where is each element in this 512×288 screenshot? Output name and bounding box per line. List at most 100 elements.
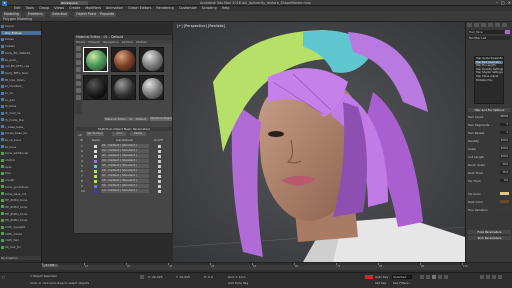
layer-visibility-icon[interactable] bbox=[1, 145, 4, 149]
layer-visibility-icon[interactable] bbox=[1, 98, 4, 102]
scene-item[interactable]: c_base_base_ bbox=[1, 125, 41, 129]
scene-item[interactable]: bone_base_rot bbox=[1, 192, 41, 196]
frizz-rollout[interactable]: Frizz Parameters bbox=[468, 230, 511, 234]
layer-visibility-icon[interactable] bbox=[1, 185, 4, 189]
z-coordinate[interactable]: Z: 0.0 bbox=[204, 275, 213, 279]
scene-item[interactable]: bb_hair_fix bbox=[1, 245, 41, 249]
layer-visibility-icon[interactable] bbox=[1, 225, 4, 229]
sub-material-button[interactable]: 07 - Default ( Standard ) bbox=[101, 174, 149, 178]
scene-item[interactable]: Bt_Lips_Open bbox=[1, 78, 41, 82]
y-coordinate[interactable]: Y: 10.425 bbox=[176, 275, 190, 279]
scene-item[interactable]: HP_ZCRO_bone bbox=[1, 218, 41, 222]
display-tab-icon[interactable] bbox=[495, 23, 500, 27]
tool-icon[interactable] bbox=[75, 74, 81, 79]
sub-material-on-checkbox[interactable] bbox=[158, 149, 161, 153]
zoom-icon[interactable] bbox=[480, 275, 484, 279]
add-time-tag[interactable]: Add Time Tag bbox=[228, 281, 248, 285]
sub-material-color-swatch[interactable] bbox=[94, 184, 97, 188]
ribbon-tab-selection[interactable]: Selection bbox=[50, 12, 70, 17]
ribbon-tab-freeform[interactable]: Freeform bbox=[26, 12, 45, 17]
layer-visibility-icon[interactable] bbox=[1, 64, 4, 68]
sub-material-color-swatch[interactable] bbox=[94, 164, 97, 168]
sub-material-button[interactable]: 03 - Default ( Standard ) bbox=[101, 154, 149, 158]
layer-visibility-icon[interactable] bbox=[1, 165, 4, 169]
key-filters-button[interactable]: Key Filters... bbox=[393, 281, 411, 285]
modify-tab-icon[interactable] bbox=[474, 23, 479, 27]
scene-item[interactable]: Lc_bas bbox=[1, 98, 41, 102]
scene-item[interactable]: ind_B0_0FFs_cas bbox=[1, 64, 41, 68]
maxscript-listener[interactable]: ▢ bbox=[2, 275, 5, 279]
maximize-icon[interactable]: □ bbox=[501, 0, 505, 5]
hair-param-spinner[interactable]: 100.0 bbox=[500, 139, 509, 143]
modifier-stack-item[interactable]: Editable Poly bbox=[475, 79, 503, 83]
layer-visibility-icon[interactable] bbox=[1, 37, 4, 41]
next-frame-icon[interactable] bbox=[438, 275, 442, 279]
sub-material-on-checkbox[interactable] bbox=[158, 174, 161, 178]
layer-visibility-icon[interactable] bbox=[1, 218, 4, 222]
layer-visibility-icon[interactable] bbox=[1, 91, 4, 95]
perspective-viewport[interactable]: [+] [Perspective] [Realistic] bbox=[173, 22, 465, 262]
orbit-icon[interactable] bbox=[492, 275, 496, 279]
layer-visibility-icon[interactable] bbox=[1, 51, 4, 55]
scene-item[interactable]: Zvy_Enfuso bbox=[1, 30, 41, 35]
layer-visibility-icon[interactable] bbox=[1, 31, 4, 35]
previous-frame-icon[interactable] bbox=[426, 275, 430, 279]
lock-icon[interactable] bbox=[140, 275, 144, 279]
scene-item[interactable]: mouth bbox=[1, 178, 41, 182]
layer-visibility-icon[interactable] bbox=[1, 171, 4, 175]
mat-menu-options[interactable]: Options bbox=[122, 40, 133, 44]
layer-visibility-icon[interactable] bbox=[1, 205, 4, 209]
close-icon[interactable]: × bbox=[508, 0, 511, 5]
sub-material-color-swatch[interactable] bbox=[94, 174, 97, 178]
tool-icon[interactable] bbox=[75, 46, 81, 51]
timeline[interactable]: 0 / 100 0 10 20 30 40 50 60 70 80 90 100 bbox=[0, 262, 512, 272]
layer-visibility-icon[interactable] bbox=[1, 158, 4, 162]
material-slot[interactable] bbox=[83, 47, 108, 72]
auto-key-label[interactable]: Auto Key bbox=[375, 275, 388, 279]
scene-item[interactable]: Scene bbox=[1, 24, 41, 28]
scene-item[interactable]: eyes bbox=[1, 165, 41, 169]
sub-material-button[interactable]: 09 - Default ( Standard ) bbox=[101, 184, 149, 188]
sub-material-button[interactable]: 01 - Default ( Standard ) bbox=[101, 144, 149, 148]
scene-item[interactable]: cloth_tuned bbox=[1, 232, 41, 236]
scene-item[interactable]: cloth_hair bbox=[1, 238, 41, 242]
layer-visibility-icon[interactable] bbox=[1, 44, 4, 48]
hair-param-spinner[interactable]: 100.0 bbox=[500, 155, 509, 159]
material-slot[interactable] bbox=[83, 75, 108, 100]
sub-material-button[interactable]: 04 - Default ( Standard ) bbox=[101, 159, 149, 163]
minimize-icon[interactable]: – bbox=[496, 0, 498, 5]
play-icon[interactable] bbox=[432, 275, 436, 279]
sub-material-on-checkbox[interactable] bbox=[158, 159, 161, 163]
scene-item[interactable]: HP_ZCRO_bone bbox=[1, 205, 41, 209]
layer-visibility-icon[interactable] bbox=[1, 151, 4, 155]
layer-visibility-icon[interactable] bbox=[1, 71, 4, 75]
pan-icon[interactable] bbox=[486, 275, 490, 279]
scene-item[interactable]: Hair bbox=[1, 171, 41, 175]
scene-item[interactable]: Lc_ho bbox=[1, 91, 41, 95]
go-to-start-icon[interactable] bbox=[420, 275, 424, 279]
sub-material-on-checkbox[interactable] bbox=[158, 189, 161, 193]
sub-material-on-checkbox[interactable] bbox=[158, 164, 161, 168]
hair-color-swatch[interactable] bbox=[500, 192, 509, 196]
layer-visibility-icon[interactable] bbox=[1, 111, 4, 115]
material-name-field[interactable]: Material Editor - 01 - Default bbox=[104, 117, 149, 121]
layer-visibility-icon[interactable] bbox=[1, 78, 4, 82]
sub-material-color-swatch[interactable] bbox=[94, 169, 97, 173]
layer-visibility-icon[interactable] bbox=[1, 118, 4, 122]
tool-icon[interactable] bbox=[75, 95, 81, 100]
layer-visibility-icon[interactable] bbox=[1, 24, 4, 28]
hair-param-spinner[interactable]: 100.0 bbox=[500, 147, 509, 151]
scene-item[interactable]: HP_ZCRO_bone bbox=[1, 212, 41, 216]
hair-options-rollout[interactable]: Hair and Fur Options bbox=[468, 108, 511, 112]
layer-visibility-icon[interactable] bbox=[1, 125, 4, 128]
scene-item[interactable]: cloth_eyelight bbox=[1, 225, 41, 229]
hair-param-spinner[interactable]: 15.0 bbox=[500, 171, 509, 175]
col-sub-material[interactable]: Sub-Material bbox=[116, 138, 133, 142]
hierarchy-tab-icon[interactable] bbox=[481, 23, 486, 27]
utilities-tab-icon[interactable] bbox=[502, 23, 507, 27]
material-slot[interactable] bbox=[139, 47, 164, 72]
param-header[interactable]: Multi/Sub-Object Basic Parameters bbox=[76, 127, 172, 131]
scene-item[interactable]: bl_constant_ bbox=[1, 84, 41, 88]
scene-item[interactable]: lh_mod_ne bbox=[1, 111, 41, 115]
sub-material-on-checkbox[interactable] bbox=[158, 169, 161, 173]
